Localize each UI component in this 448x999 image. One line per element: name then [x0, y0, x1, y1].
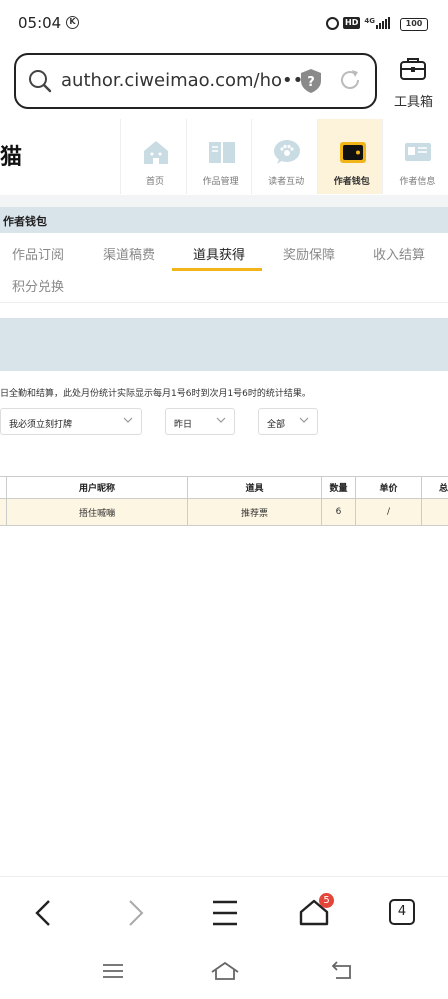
cell-item: 推荐票 — [187, 499, 321, 525]
nav-label: 作者信息 — [399, 177, 436, 187]
paw-icon — [274, 140, 301, 164]
network-type: 4G — [364, 17, 375, 25]
search-icon — [29, 70, 52, 93]
alarm-icon — [326, 16, 340, 30]
status-bar: 05:04 K HD 4G 100 — [0, 0, 448, 48]
id-card-icon — [405, 143, 432, 161]
section-gap — [0, 195, 448, 207]
col-unit-price: 单价 — [355, 477, 421, 498]
menu-icon[interactable] — [205, 893, 245, 933]
cell-unit-price: / — [355, 499, 421, 525]
url-text[interactable]: author.ciweimao.com/ho••• — [61, 70, 314, 91]
site-nav: 首页 作品管理 读者互动 作者钱包 作者信息 — [120, 119, 448, 194]
svg-text:?: ? — [307, 75, 315, 90]
stats-notice: 日全勤和结算，此处月份统计实际显示每月1号6时到次月1号6时的统计结果。 — [0, 389, 311, 399]
nav-label: 首页 — [145, 177, 164, 187]
section-header: 作者钱包 — [0, 207, 448, 233]
book-select-value: 我必须立刻打牌 — [9, 420, 73, 430]
chevron-down-icon — [216, 417, 226, 423]
col-quantity: 数量 — [321, 477, 355, 498]
address-bar[interactable]: author.ciweimao.com/ho••• ? — [14, 53, 377, 109]
book-icon — [208, 142, 235, 163]
cell-quantity: 6 — [321, 499, 355, 525]
nav-item-works[interactable]: 作品管理 — [185, 119, 252, 194]
tab-channel-fees[interactable]: 渠道稿费 — [103, 244, 155, 263]
toolbox-icon — [400, 58, 426, 80]
nav-item-author-info[interactable]: 作者信息 — [382, 119, 448, 194]
forward-icon[interactable] — [115, 893, 155, 933]
nav-item-home[interactable]: 首页 — [120, 119, 186, 194]
recent-apps-icon[interactable] — [100, 960, 126, 982]
tab-props-received[interactable]: 道具获得 — [193, 244, 245, 263]
col-nickname: 用户昵称 — [6, 477, 187, 498]
book-select[interactable]: 我必须立刻打牌 — [0, 408, 142, 435]
chevron-down-icon — [299, 417, 309, 423]
hd-icon: HD — [343, 17, 361, 29]
nav-label: 读者互动 — [268, 177, 305, 187]
status-indicators: HD 4G — [326, 16, 390, 30]
nav-label: 作者钱包 — [333, 177, 370, 187]
nav-label: 作品管理 — [202, 177, 239, 187]
system-home-icon[interactable] — [210, 960, 240, 982]
tab-subscriptions[interactable]: 作品订阅 — [12, 244, 64, 263]
bottom-bar-divider — [0, 876, 448, 877]
cell-nickname: 捂住嘁嘣 — [6, 499, 187, 525]
site-brand[interactable]: 猫 — [0, 139, 22, 171]
table-header: 用户昵称 道具 数量 单价 总 — [0, 476, 448, 499]
status-time: 05:04 — [18, 14, 62, 32]
wallet-icon — [339, 142, 366, 163]
tabs-count-button[interactable]: 4 — [389, 899, 415, 925]
nav-item-wallet[interactable]: 作者钱包 — [316, 119, 383, 194]
notification-badge: 5 — [319, 893, 334, 908]
toolbox-label: 工具箱 — [394, 95, 434, 110]
section-title: 作者钱包 — [3, 215, 47, 228]
table-row: 捂住嘁嘣 推荐票 6 / — [0, 499, 448, 526]
col-item: 道具 — [187, 477, 321, 498]
active-tab-indicator — [172, 268, 262, 271]
date-select-value: 昨日 — [174, 420, 193, 430]
type-select[interactable]: 全部 — [258, 408, 318, 435]
type-select-value: 全部 — [267, 420, 286, 430]
info-panel — [0, 318, 448, 371]
date-select[interactable]: 昨日 — [165, 408, 235, 435]
back-icon[interactable] — [24, 893, 64, 933]
cell-total — [421, 499, 448, 525]
home-icon — [144, 141, 168, 164]
battery-icon: 100 — [400, 18, 428, 31]
tab-income-settlement[interactable]: 收入结算 — [373, 244, 425, 263]
col-total: 总 — [421, 477, 448, 498]
toolbox-button[interactable]: 工具箱 — [388, 56, 440, 110]
signal-icon: 4G — [364, 17, 390, 29]
shield-question-icon[interactable]: ? — [299, 68, 323, 94]
k-notification-icon: K — [66, 16, 79, 29]
chevron-down-icon — [123, 417, 133, 423]
system-back-icon[interactable] — [330, 960, 356, 982]
nav-item-readers[interactable]: 读者互动 — [251, 119, 317, 194]
tab-points-exchange[interactable]: 积分兑换 — [12, 276, 64, 295]
tab-rewards[interactable]: 奖励保障 — [283, 244, 335, 263]
tabs-divider — [0, 302, 448, 303]
reload-icon[interactable] — [338, 68, 362, 92]
